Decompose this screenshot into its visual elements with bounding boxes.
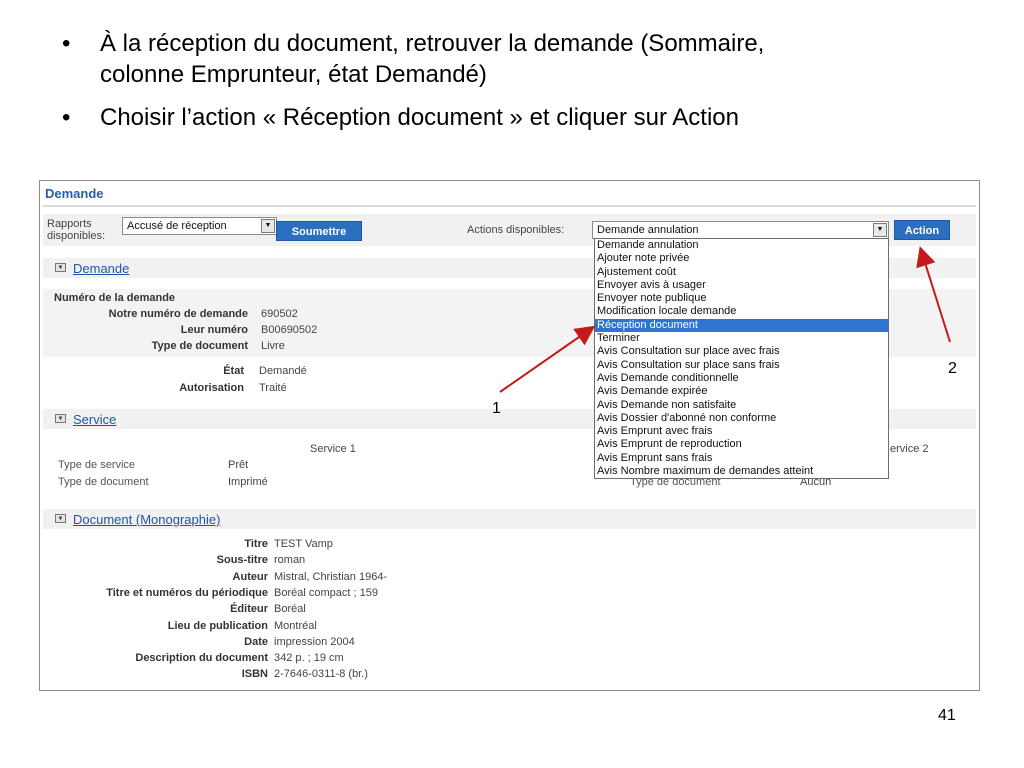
- document-field-value: Boréal compact ; 159: [274, 586, 378, 599]
- service-type-label: Type de service: [58, 459, 136, 471]
- document-field-value: roman: [274, 554, 306, 567]
- action-button[interactable]: Action: [894, 220, 950, 240]
- service-doc-type-value: Imprimé: [228, 476, 268, 488]
- doc-type-label: Type de document: [151, 340, 248, 352]
- document-field-label: Auteur: [232, 570, 268, 583]
- document-field-label: Lieu de publication: [167, 619, 268, 632]
- actions-label: Actions disponibles:: [467, 224, 565, 236]
- reports-label: Rapports disponibles:: [47, 218, 105, 242]
- bullet-1-line-1: À la réception du document, retrouver la…: [100, 30, 765, 57]
- document-field-value: 2-7646-0311-8 (br.): [274, 668, 368, 681]
- page-number: 41: [938, 707, 956, 724]
- document-field-label: Sous-titre: [216, 554, 268, 567]
- document-field-label: Éditeur: [230, 603, 268, 616]
- dropdown-option[interactable]: Avis Consultation sur place sans frais: [595, 359, 888, 372]
- reports-label-line-2: disponibles:: [47, 230, 106, 242]
- dropdown-option[interactable]: Ajouter note privée: [595, 252, 888, 265]
- bullet-2: • Choisir l’action « Réception document …: [62, 102, 1002, 133]
- document-field-label: Description du document: [135, 652, 268, 665]
- document-field-label: Titre et numéros du périodique: [106, 586, 268, 599]
- callout-2: 2: [948, 360, 957, 377]
- reports-select-value: Accusé de réception: [127, 220, 227, 232]
- our-number-value: 690502: [261, 308, 298, 320]
- dropdown-option[interactable]: Avis Emprunt sans frais: [595, 452, 888, 465]
- dropdown-option[interactable]: Modification locale demande: [595, 305, 888, 318]
- dropdown-option[interactable]: Avis Nombre maximum de demandes atteint: [595, 465, 888, 478]
- status-value: Demandé: [259, 365, 307, 377]
- dropdown-option[interactable]: Avis Consultation sur place avec frais: [595, 345, 888, 358]
- our-number-label: Notre numéro de demande: [108, 308, 248, 320]
- reports-select[interactable]: Accusé de réception ▼: [122, 217, 277, 235]
- actions-dropdown-list[interactable]: Demande annulation Ajouter note privée Aju…: [594, 238, 889, 479]
- section-document-header: ▼ Document (Monographie): [43, 509, 976, 529]
- bullet-1: • À la réception du document, retrouver …: [62, 28, 1002, 90]
- dropdown-option[interactable]: Avis Demande non satisfaite: [595, 399, 888, 412]
- collapse-icon[interactable]: ▼: [55, 414, 66, 423]
- title-divider: [43, 205, 976, 207]
- dropdown-option[interactable]: Demande annulation: [595, 239, 888, 252]
- document-field-value: 342 p. ; 19 cm: [274, 652, 344, 665]
- document-field-value: Mistral, Christian 1964-: [274, 570, 388, 583]
- authorization-label: Autorisation: [179, 382, 244, 394]
- panel-title: Demande: [45, 186, 104, 201]
- service-1-heading: Service 1: [310, 443, 356, 455]
- document-field-value: Montréal: [274, 619, 317, 632]
- actions-select-value: Demande annulation: [597, 224, 699, 236]
- status-label: État: [223, 365, 244, 377]
- reports-label-line-1: Rapports: [47, 218, 92, 230]
- section-document-link[interactable]: Document (Monographie): [73, 512, 220, 527]
- dropdown-option[interactable]: Avis Dossier d'abonné non conforme: [595, 412, 888, 425]
- service-doc-type-label: Type de document: [58, 476, 149, 488]
- collapse-icon[interactable]: ▼: [55, 263, 66, 272]
- dropdown-option[interactable]: Réception document: [595, 318, 888, 333]
- dropdown-option[interactable]: Avis Demande expirée: [595, 385, 888, 398]
- bullet-marker: •: [62, 30, 71, 57]
- collapse-icon[interactable]: ▼: [55, 514, 66, 523]
- bullet-1-line-2: colonne Emprunteur, état Demandé): [100, 61, 487, 88]
- dropdown-option[interactable]: Ajustement coût: [595, 266, 888, 279]
- authorization-value: Traité: [259, 382, 287, 394]
- request-number-heading: Numéro de la demande: [54, 292, 176, 304]
- slide-bullets: • À la réception du document, retrouver …: [62, 28, 1002, 145]
- bullet-2-line-1: Choisir l’action « Réception document » …: [100, 104, 739, 131]
- chevron-down-icon[interactable]: ▼: [261, 219, 275, 233]
- document-field-label: ISBN: [241, 668, 268, 681]
- document-field-value: TEST Vamp: [274, 538, 333, 550]
- dropdown-option[interactable]: Avis Emprunt de reproduction: [595, 438, 888, 451]
- dropdown-option[interactable]: Envoyer note publique: [595, 292, 888, 305]
- actions-select[interactable]: Demande annulation ▼: [592, 221, 889, 239]
- document-field-value: Boréal: [274, 603, 306, 616]
- section-service-link[interactable]: Service: [73, 412, 116, 427]
- dropdown-option[interactable]: Avis Demande conditionnelle: [595, 372, 888, 385]
- section-demande-link[interactable]: Demande: [73, 261, 129, 276]
- service-2-heading: ervice 2: [890, 443, 929, 455]
- dropdown-option[interactable]: Avis Emprunt avec frais: [595, 425, 888, 438]
- document-field-value: impression 2004: [274, 635, 355, 648]
- dropdown-option[interactable]: Terminer: [595, 332, 888, 345]
- submit-button[interactable]: Soumettre: [276, 221, 362, 241]
- document-field-label: Titre: [244, 538, 268, 550]
- document-field-label: Date: [244, 635, 268, 648]
- their-number-label: Leur numéro: [180, 324, 248, 336]
- doc-type-value: Livre: [261, 340, 285, 352]
- their-number-value: B00690502: [261, 324, 318, 336]
- chevron-down-icon[interactable]: ▼: [873, 223, 887, 237]
- service-type-value: Prêt: [228, 459, 249, 471]
- callout-1: 1: [492, 400, 501, 417]
- dropdown-option[interactable]: Envoyer avis à usager: [595, 279, 888, 292]
- bullet-marker: •: [62, 104, 71, 131]
